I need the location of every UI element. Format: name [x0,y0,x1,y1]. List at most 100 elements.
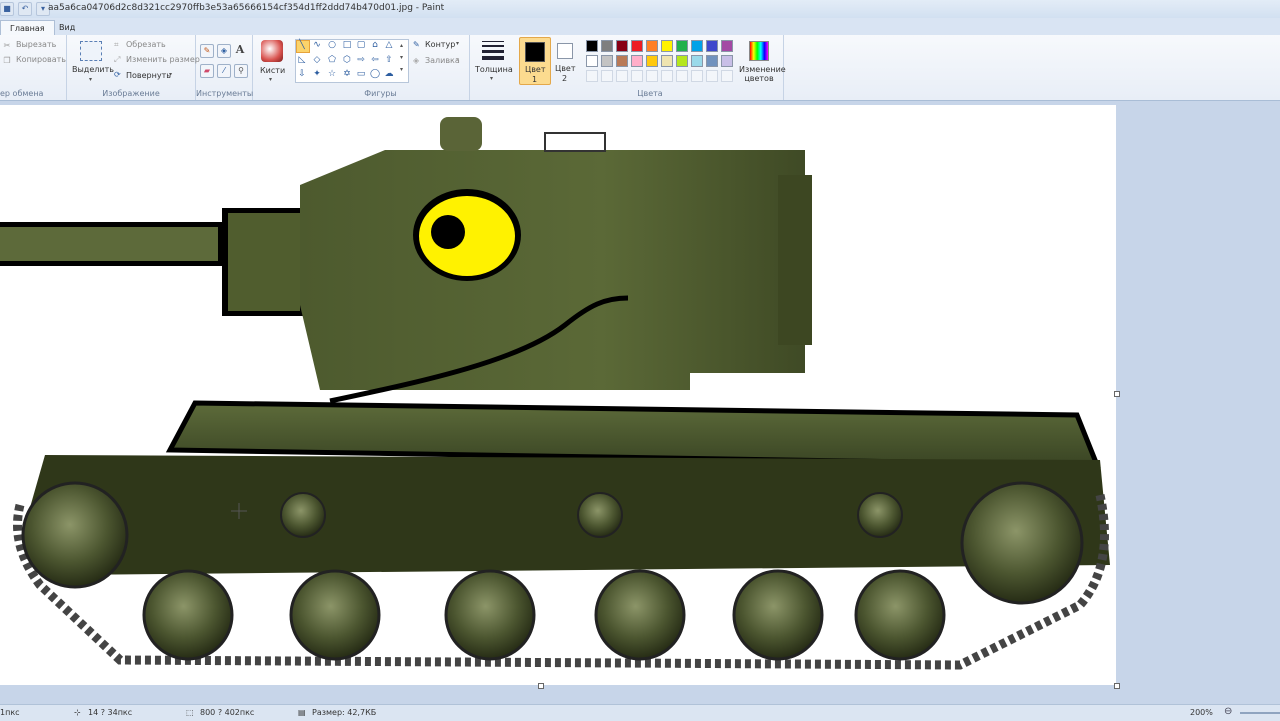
color1-button[interactable]: Цвет 1 [519,37,551,85]
color-swatch[interactable] [631,55,643,67]
thickness-icon[interactable] [482,41,504,60]
down-arrow-shape-icon[interactable]: ⇩ [297,70,307,79]
color-swatch[interactable] [661,40,673,52]
custom-color-swatch[interactable] [631,70,643,82]
color-swatch[interactable] [721,55,733,67]
rounded-rect-shape-icon[interactable]: ▢ [356,41,366,50]
pentagon-shape-icon[interactable]: ⬠ [327,56,337,65]
fill-button[interactable]: Заливка [425,56,460,65]
select-dropdown-icon[interactable]: ▾ [89,76,92,83]
copy-button[interactable]: Копировать [16,55,66,64]
custom-color-swatch[interactable] [676,70,688,82]
magnifier-icon[interactable]: ⚲ [234,64,248,78]
return-roller [577,492,623,538]
color-swatch[interactable] [586,55,598,67]
road-wheel [594,569,686,661]
resize-handle-corner[interactable] [1114,683,1120,689]
up-arrow-shape-icon[interactable]: ⇧ [384,56,394,65]
five-point-star-shape-icon[interactable]: ☆ [327,70,337,79]
oval-shape-icon[interactable]: ○ [327,41,337,50]
edit-colors-button[interactable]: Изменение цветов [739,65,786,83]
rotate-button[interactable]: Повернуть [126,71,171,80]
brushes-dropdown-icon[interactable]: ▾ [269,76,272,83]
brush-icon[interactable] [261,40,283,62]
outline-dropdown-icon[interactable]: ▾ [456,40,459,47]
thickness-dropdown-icon[interactable]: ▾ [490,75,493,82]
resize-handle-bottom[interactable] [538,683,544,689]
turret-handle [544,132,606,152]
triangle-shape-icon[interactable]: △ [384,41,394,50]
color-picker-icon[interactable]: ⁄ [217,64,231,78]
custom-color-swatch[interactable] [661,70,673,82]
pencil-icon[interactable]: ✎ [200,44,214,58]
color-swatch[interactable] [616,40,628,52]
four-point-star-shape-icon[interactable]: ✦ [312,70,322,79]
brushes-button[interactable]: Кисти [260,66,285,75]
ribbon-tabs: Главная Вид [0,18,1280,36]
color-swatch[interactable] [661,55,673,67]
curve-shape-icon[interactable]: ∿ [312,41,322,50]
custom-color-swatch[interactable] [691,70,703,82]
color2-button[interactable]: Цвет 2 [551,37,581,83]
custom-color-swatch[interactable] [706,70,718,82]
hull-top [165,400,1101,468]
crop-button[interactable]: Обрезать [126,40,166,49]
eraser-icon[interactable]: ▰ [200,64,214,78]
color-swatch[interactable] [601,55,613,67]
custom-color-swatch[interactable] [586,70,598,82]
custom-color-swatch[interactable] [646,70,658,82]
color-swatch[interactable] [721,40,733,52]
cloud-callout-shape-icon[interactable]: ☁ [384,70,394,79]
zoom-out-icon[interactable]: ⊖ [1224,706,1232,717]
fill-dropdown-icon[interactable]: ▾ [456,56,459,63]
drawing-canvas[interactable] [0,105,1116,685]
tab-home[interactable]: Главная [0,20,55,36]
rectangle-shape-icon[interactable]: □ [342,41,352,50]
resize-button[interactable]: Изменить размер [126,55,200,64]
cut-button[interactable]: Вырезать [16,40,56,49]
zoom-slider[interactable] [1240,712,1280,714]
line-shape-icon[interactable]: ╲ [297,41,307,50]
right-arrow-shape-icon[interactable]: ⇨ [356,56,366,65]
color-swatch[interactable] [706,40,718,52]
oval-callout-shape-icon[interactable]: ◯ [370,70,380,79]
color-swatch[interactable] [616,55,628,67]
six-point-star-shape-icon[interactable]: ✡ [342,70,352,79]
callout-shape-icon[interactable]: ▭ [356,70,366,79]
color-swatch[interactable] [691,55,703,67]
hexagon-shape-icon[interactable]: ⬡ [342,56,352,65]
outline-button[interactable]: Контур [425,40,455,49]
thickness-group: Толщина ▾ [470,35,516,100]
color-swatch[interactable] [676,40,688,52]
rotate-dropdown-icon[interactable]: ▾ [169,71,172,78]
color-swatch[interactable] [631,40,643,52]
resize-handle-right[interactable] [1114,391,1120,397]
turret [300,150,805,390]
right-triangle-shape-icon[interactable]: ◺ [297,56,307,65]
thickness-button[interactable]: Толщина [475,65,513,74]
shapes-scroll-icon[interactable]: ▴ ▾ ▾ [400,40,403,76]
polygon-shape-icon[interactable]: ⌂ [370,41,380,50]
left-arrow-shape-icon[interactable]: ⇦ [370,56,380,65]
custom-color-swatch[interactable] [616,70,628,82]
color1-number: 1 [532,75,538,84]
paint-menu-icon[interactable]: ■ [0,2,14,16]
undo-icon[interactable]: ↶ [18,2,32,16]
color-swatch[interactable] [691,40,703,52]
select-icon[interactable] [80,41,102,61]
color-swatch[interactable] [646,40,658,52]
select-button[interactable]: Выделить [72,65,114,74]
custom-color-swatch[interactable] [721,70,733,82]
diamond-shape-icon[interactable]: ◇ [312,56,322,65]
text-tool-icon[interactable]: A [234,44,246,56]
color-swatch[interactable] [706,55,718,67]
color-swatch[interactable] [601,40,613,52]
brush-size-status: 1пкс [0,708,20,717]
color-swatch[interactable] [646,55,658,67]
edit-colors-icon[interactable] [749,41,769,61]
tab-view[interactable]: Вид [50,20,84,35]
custom-color-swatch[interactable] [601,70,613,82]
fill-bucket-icon[interactable]: ◈ [217,44,231,58]
color-swatch[interactable] [676,55,688,67]
color-swatch[interactable] [586,40,598,52]
